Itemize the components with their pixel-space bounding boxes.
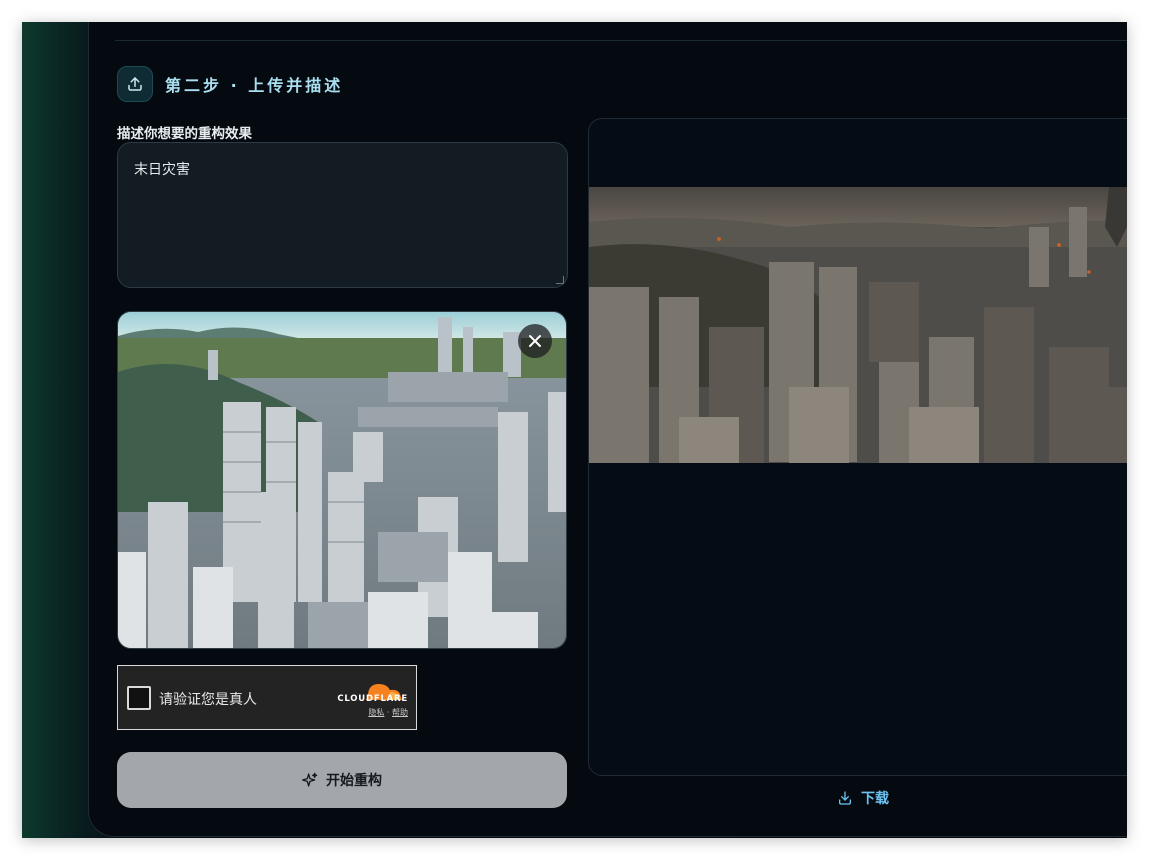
cloudflare-wordmark: CLOUDFLARE [337, 694, 408, 704]
resize-handle[interactable] [556, 276, 564, 284]
start-button-label: 开始重构 [326, 773, 382, 789]
step-header: 第二步 · 上传并描述 [117, 66, 343, 102]
download-icon [839, 791, 851, 805]
prompt-textarea[interactable]: 末日灾害 [117, 142, 568, 288]
prompt-label: 描述你想要的重构效果 [117, 126, 252, 142]
uploaded-image-graphic [118, 312, 566, 648]
captcha-widget: 请验证您是真人 CLOUDFLARE 隐私 · 帮助 [117, 665, 417, 730]
download-label: 下载 [861, 791, 889, 807]
start-reconstruct-button[interactable]: 开始重构 [117, 752, 567, 808]
captcha-links: 隐私 · 帮助 [368, 707, 408, 718]
divider [115, 40, 1127, 41]
download-button[interactable]: 下载 [837, 788, 889, 808]
result-image [589, 187, 1127, 463]
step-title: 第二步 · 上传并描述 [165, 76, 344, 95]
captcha-text: 请验证您是真人 [159, 692, 257, 708]
reconstruct-panel: 第二步 · 上传并描述 描述你想要的重构效果 末日灾害 请验证您是真人 CLOU… [88, 22, 1127, 837]
result-frame [588, 118, 1127, 776]
captcha-checkbox[interactable] [127, 686, 151, 710]
upload-icon [117, 66, 153, 102]
uploaded-image [117, 311, 567, 649]
help-link[interactable]: 帮助 [392, 708, 408, 717]
app-window: 第二步 · 上传并描述 描述你想要的重构效果 末日灾害 请验证您是真人 CLOU… [22, 22, 1127, 838]
sparkles-icon [302, 772, 318, 787]
close-icon [529, 335, 541, 347]
remove-image-button[interactable] [518, 324, 552, 358]
privacy-link[interactable]: 隐私 [368, 708, 384, 717]
links-separator: · [386, 708, 390, 717]
prompt-value: 末日灾害 [134, 162, 190, 178]
